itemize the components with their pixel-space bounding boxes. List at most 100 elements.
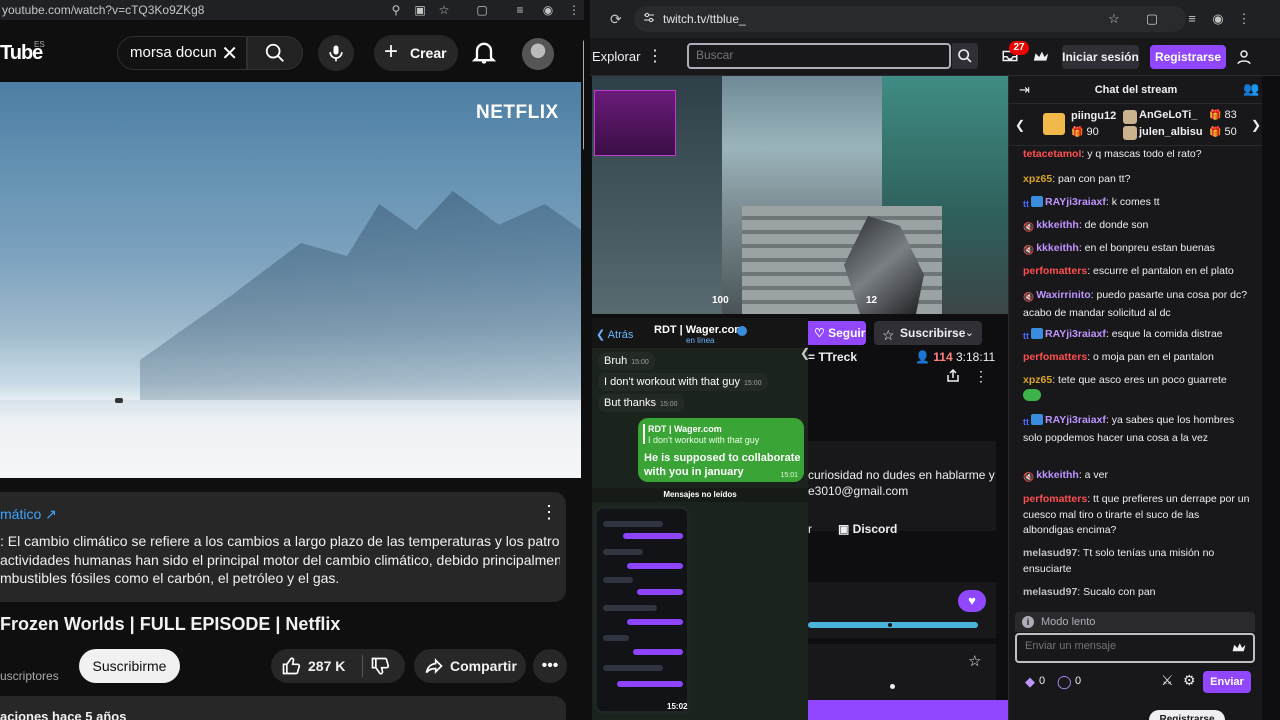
progress-bar bbox=[808, 622, 978, 628]
youtube-search-button[interactable] bbox=[247, 36, 303, 70]
gifter-name[interactable]: piingu12 bbox=[1071, 110, 1116, 122]
stream-category[interactable]: = TTreck bbox=[808, 350, 857, 364]
chat-line: perfomatters: tt que prefieres un derrap… bbox=[1023, 493, 1250, 536]
about-email[interactable]: e3010@gmail.com bbox=[808, 484, 908, 498]
follow-label: Seguir bbox=[828, 326, 866, 340]
video-player[interactable]: NETFLIX bbox=[0, 82, 581, 478]
subscribe-button[interactable]: ☆ Suscribirse ⌄ bbox=[874, 321, 982, 345]
site-info-icon[interactable] bbox=[643, 12, 655, 24]
info-panel-link[interactable]: mático ↗ bbox=[0, 506, 57, 523]
twitch-search-input[interactable] bbox=[696, 48, 936, 62]
twitch-omnibox[interactable]: twitch.tv/ttblue_ bbox=[634, 6, 1186, 32]
send-button[interactable]: Enviar bbox=[1203, 671, 1251, 693]
community-icon[interactable]: 👥 bbox=[1243, 81, 1259, 97]
share-icon[interactable] bbox=[946, 369, 960, 383]
subscribe-button[interactable]: Suscribirme bbox=[79, 649, 180, 683]
prime-badge-icon bbox=[1031, 414, 1043, 425]
extensions-icon[interactable]: ▢ bbox=[1144, 11, 1160, 27]
page-scrollbar[interactable] bbox=[583, 40, 584, 150]
pager-dot[interactable] bbox=[890, 684, 895, 689]
gifter-name[interactable]: julen_albisu bbox=[1139, 126, 1203, 138]
stream-player[interactable]: 100 12 bbox=[592, 76, 1008, 314]
register-button[interactable]: Registrarse bbox=[1150, 45, 1226, 69]
back-button[interactable]: ❮ Atrás bbox=[596, 328, 633, 341]
profile-icon[interactable]: ◉ bbox=[540, 2, 556, 18]
thumbs-down-icon[interactable] bbox=[370, 656, 390, 676]
zoom-icon[interactable]: ⚲ bbox=[388, 2, 404, 18]
like-count[interactable]: 287 K bbox=[308, 658, 345, 674]
install-icon[interactable]: ▣ bbox=[412, 2, 428, 18]
youtube-search-input[interactable] bbox=[130, 44, 220, 61]
info-more-icon[interactable]: ⋮ bbox=[540, 502, 558, 523]
desc-line: mbustibles fósiles como el carbón, el pe… bbox=[0, 570, 340, 586]
mute-badge-icon: 🔇 bbox=[1023, 222, 1035, 232]
quote-text: I don't workout with that guy bbox=[648, 435, 760, 445]
user-menu-icon[interactable] bbox=[1235, 48, 1253, 66]
bookmark-star-icon[interactable]: ☆ bbox=[1106, 11, 1122, 27]
share-label: Compartir bbox=[450, 658, 517, 674]
bits-icon[interactable]: ◆ bbox=[1025, 674, 1035, 690]
nav-explore[interactable]: Explorar bbox=[592, 49, 640, 64]
quote-author: RDT | Wager.com bbox=[648, 424, 722, 434]
clear-search-icon[interactable]: ✕ bbox=[221, 41, 238, 66]
search-icon bbox=[265, 43, 284, 62]
heart-icon[interactable]: ♥ bbox=[958, 590, 986, 612]
voice-search-button[interactable] bbox=[318, 35, 354, 71]
like-separator bbox=[362, 655, 363, 677]
gifter-name[interactable]: AnGeLoTi_ bbox=[1139, 109, 1197, 121]
login-button[interactable]: Iniciar sesión bbox=[1062, 45, 1139, 69]
snow-plain bbox=[0, 400, 581, 478]
media-icon[interactable]: ≡ bbox=[512, 2, 528, 18]
youtube-search-box[interactable]: ✕ bbox=[117, 36, 247, 70]
discord-link[interactable]: ▣ Discord bbox=[838, 522, 897, 536]
prime-crown-icon[interactable] bbox=[1032, 49, 1050, 65]
more-menu-icon[interactable]: ⋮ bbox=[647, 46, 663, 66]
media-icon[interactable]: ≡ bbox=[1184, 11, 1200, 27]
reload-icon[interactable]: ⟳ bbox=[610, 11, 622, 28]
register-pill-button[interactable]: Registrarse bbox=[1149, 710, 1225, 720]
youtube-address-bar[interactable]: youtube.com/watch?v=cTQ3Ko9ZKg8 ⚲ ▣ ☆ ▢ … bbox=[0, 0, 584, 20]
more-options-icon[interactable]: ⋮ bbox=[974, 368, 988, 385]
signup-banner[interactable] bbox=[808, 700, 1008, 720]
notifications-bell-icon[interactable] bbox=[470, 38, 498, 66]
chat-message-input[interactable] bbox=[1025, 640, 1225, 652]
browser-menu-icon[interactable]: ⋮ bbox=[566, 2, 582, 18]
chat-input-box[interactable] bbox=[1015, 633, 1255, 663]
phone-screenshot-image[interactable]: 15:02 bbox=[594, 506, 690, 714]
thumbs-up-icon[interactable] bbox=[281, 656, 301, 676]
tt-badge-icon: tt bbox=[1023, 331, 1029, 341]
browser-menu-icon[interactable]: ⋮ bbox=[1236, 11, 1252, 27]
user-avatar[interactable] bbox=[522, 38, 554, 70]
description-box[interactable]: aciones hace 5 años bbox=[0, 696, 566, 720]
twitch-search-box[interactable] bbox=[687, 43, 951, 69]
extensions-icon[interactable]: ▢ bbox=[474, 2, 490, 18]
youtube-url[interactable]: youtube.com/watch?v=cTQ3Ko9ZKg8 bbox=[2, 3, 204, 17]
share-button[interactable]: Compartir bbox=[414, 649, 526, 683]
twitch-url[interactable]: twitch.tv/ttblue_ bbox=[663, 12, 746, 26]
gifters-prev-arrow[interactable]: ❮ bbox=[1015, 118, 1025, 132]
chat-line: melasud97: Sucalo con pan bbox=[1023, 586, 1156, 598]
subscribe-label: Suscribirse bbox=[900, 326, 966, 340]
emote-picker-icon[interactable] bbox=[1231, 641, 1247, 655]
social-link[interactable]: r bbox=[808, 522, 812, 536]
contact-name[interactable]: RDT | Wager.com bbox=[654, 324, 744, 336]
settings-gear-icon[interactable]: ⚙ bbox=[1183, 672, 1196, 689]
outgoing-reply-message: RDT | Wager.com I don't workout with tha… bbox=[638, 418, 804, 482]
bookmark-star-icon[interactable]: ☆ bbox=[436, 2, 452, 18]
stream-uptime: 3:18:11 bbox=[956, 350, 996, 364]
collapse-arrow-icon[interactable]: ❮ bbox=[800, 346, 810, 360]
follow-button[interactable]: ♡ Seguir bbox=[808, 321, 866, 345]
prime-badge-icon bbox=[1031, 328, 1043, 339]
profile-icon[interactable]: ◉ bbox=[1210, 11, 1226, 27]
channel-points-icon[interactable]: ◯ bbox=[1057, 674, 1072, 690]
twitch-address-bar: ⟳ twitch.tv/ttblue_ ☆ ▢ ≡ ◉ ⋮ bbox=[590, 0, 1280, 38]
cheer-icon[interactable]: ⚔ bbox=[1161, 672, 1174, 689]
twitch-search-button[interactable] bbox=[952, 43, 978, 69]
chat-message: But thanks 15:00 bbox=[598, 394, 684, 412]
gifters-next-arrow[interactable]: ❯ bbox=[1251, 118, 1261, 132]
chat-messages: tetacetamol: y q mascas todo el rato? xp… bbox=[1009, 150, 1263, 612]
star-icon[interactable]: ☆ bbox=[968, 652, 981, 670]
chat-scroll-gutter bbox=[1262, 76, 1280, 720]
create-button[interactable]: + Crear bbox=[374, 35, 458, 71]
more-actions-button[interactable]: ••• bbox=[533, 649, 567, 683]
